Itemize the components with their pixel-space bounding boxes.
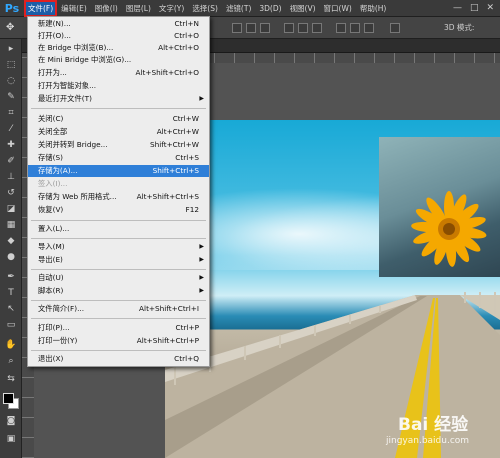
menu-item-close[interactable]: 关闭(C) Ctrl+W (28, 113, 209, 125)
menu-item-revert[interactable]: 恢复(V) F12 (28, 204, 209, 216)
distribute-icon[interactable] (284, 23, 294, 33)
menu-separator (31, 220, 206, 221)
distribute-icon[interactable] (350, 23, 360, 33)
menu-item-file-info[interactable]: 文件简介(F)... Alt+Shift+Ctrl+I (28, 303, 209, 315)
tool-panel: ▸ ⬚ ◌ ✎ ⌗ ⁄ ✚ ✐ ⊥ ↺ ◪ ▦ ◆ ● ✒ T ↖ ▭ ✋ ⌕ … (0, 39, 22, 458)
submenu-arrow-icon: ▶ (199, 256, 204, 263)
pen-tool-icon[interactable]: ✒ (4, 271, 18, 284)
dodge-tool-icon[interactable]: ● (4, 251, 18, 264)
menu-item-place[interactable]: 置入(L)... (28, 223, 209, 235)
menu-item-close-go-bridge[interactable]: 关闭并转到 Bridge... Shift+Ctrl+W (28, 139, 209, 151)
distribute-icon[interactable] (364, 23, 374, 33)
quick-select-tool-icon[interactable]: ✎ (4, 91, 18, 104)
menu-view[interactable]: 视图(V) (286, 0, 320, 17)
menu-item-close-all[interactable]: 关闭全部 Alt+Ctrl+W (28, 126, 209, 138)
menu-bar: Ps 文件(F) 编辑(E) 图像(I) 图层(L) 文字(Y) 选择(S) 滤… (0, 0, 500, 17)
menu-file[interactable]: 文件(F) (24, 0, 58, 17)
align-icon[interactable] (246, 23, 256, 33)
3d-mode-label: 3D 模式: (444, 23, 475, 32)
swap-colors-icon[interactable]: ⇆ (4, 373, 18, 386)
menu-item-open-as-smart-object[interactable]: 打开为智能对象... (28, 80, 209, 92)
blur-tool-icon[interactable]: ◆ (4, 235, 18, 248)
maximize-icon[interactable]: □ (470, 3, 479, 13)
flower-graphic (411, 191, 487, 267)
flower-inset-image (379, 137, 500, 277)
shape-tool-icon[interactable]: ▭ (4, 319, 18, 332)
zoom-tool-icon[interactable]: ⌕ (4, 355, 18, 368)
submenu-arrow-icon: ▶ (199, 274, 204, 281)
menu-item-export[interactable]: 导出(E) ▶ (28, 254, 209, 266)
submenu-arrow-icon: ▶ (199, 95, 204, 102)
move-tool-icon[interactable]: ▸ (4, 43, 18, 56)
menu-help[interactable]: 帮助(H) (356, 0, 391, 17)
file-menu-dropdown: 新建(N)... Ctrl+N 打开(O)... Ctrl+O 在 Bridge 中… (27, 16, 210, 367)
menu-item-save[interactable]: 存储(S) Ctrl+S (28, 152, 209, 164)
distribute-icon[interactable] (298, 23, 308, 33)
menu-type[interactable]: 文字(Y) (155, 0, 188, 17)
baidu-jingyan-watermark: Bai 经验 jingyan.baidu.com (380, 410, 496, 452)
menu-item-open-as[interactable]: 打开为... Alt+Shift+Ctrl+O (28, 67, 209, 79)
menu-select[interactable]: 选择(S) (188, 0, 222, 17)
lasso-tool-icon[interactable]: ◌ (4, 75, 18, 88)
menu-item-open[interactable]: 打开(O)... Ctrl+O (28, 30, 209, 42)
path-select-tool-icon[interactable]: ↖ (4, 303, 18, 316)
menu-separator (31, 318, 206, 319)
align-icon[interactable] (232, 23, 242, 33)
menu-separator (31, 300, 206, 301)
menu-item-automate[interactable]: 自动(U) ▶ (28, 272, 209, 284)
menu-separator (31, 238, 206, 239)
watermark-brand: Bai 经验 (398, 415, 469, 435)
menu-separator (31, 108, 206, 109)
stamp-tool-icon[interactable]: ⊥ (4, 171, 18, 184)
close-icon[interactable]: ✕ (486, 3, 494, 13)
menu-item-recent-files[interactable]: 最近打开文件(T) ▶ (28, 93, 209, 105)
auto-align-icon[interactable] (390, 23, 400, 33)
type-tool-icon[interactable]: T (4, 287, 18, 300)
distribute-icon[interactable] (336, 23, 346, 33)
menu-edit[interactable]: 编辑(E) (57, 0, 91, 17)
healing-brush-tool-icon[interactable]: ✚ (4, 139, 18, 152)
menu-image[interactable]: 图像(I) (91, 0, 122, 17)
eyedropper-tool-icon[interactable]: ⁄ (4, 123, 18, 136)
menu-layer[interactable]: 图层(L) (122, 0, 155, 17)
window-controls: — □ ✕ (453, 3, 500, 13)
distribute-icon[interactable] (312, 23, 322, 33)
move-tool-icon[interactable]: ✥ (6, 22, 18, 34)
watermark-url: jingyan.baidu.com (386, 436, 470, 446)
menu-item-save-for-web[interactable]: 存储为 Web 所用格式... Alt+Shift+Ctrl+S (28, 191, 209, 203)
menu-item-print[interactable]: 打印(P)... Ctrl+P (28, 322, 209, 334)
menu-item-scripts[interactable]: 脚本(R) ▶ (28, 285, 209, 297)
menu-item-exit[interactable]: 退出(X) Ctrl+Q (28, 353, 209, 365)
menu-window[interactable]: 窗口(W) (320, 0, 356, 17)
menu-item-browse-mini-bridge[interactable]: 在 Mini Bridge 中浏览(G)... (28, 54, 209, 66)
history-brush-tool-icon[interactable]: ↺ (4, 187, 18, 200)
menu-item-save-as[interactable]: 存储为(A)... Shift+Ctrl+S (28, 165, 209, 177)
menu-item-new[interactable]: 新建(N)... Ctrl+N (28, 18, 209, 30)
menu-3d[interactable]: 3D(D) (255, 0, 285, 17)
screen-mode-icon[interactable]: ▣ (4, 433, 18, 446)
hand-tool-icon[interactable]: ✋ (4, 339, 18, 352)
menu-item-browse-bridge[interactable]: 在 Bridge 中浏览(B)... Alt+Ctrl+O (28, 42, 209, 54)
photoshop-logo: Ps (4, 1, 20, 15)
foreground-color-swatch[interactable] (3, 393, 14, 404)
menu-separator (31, 350, 206, 351)
quick-mask-icon[interactable]: ◙ (4, 415, 18, 428)
menu-filter[interactable]: 滤镜(T) (222, 0, 255, 17)
submenu-arrow-icon: ▶ (199, 243, 204, 250)
crop-tool-icon[interactable]: ⌗ (4, 107, 18, 120)
marquee-tool-icon[interactable]: ⬚ (4, 59, 18, 72)
menu-item-check-in: 签入(I)... (38, 179, 68, 188)
brush-tool-icon[interactable]: ✐ (4, 155, 18, 168)
align-icon[interactable] (260, 23, 270, 33)
eraser-tool-icon[interactable]: ◪ (4, 203, 18, 216)
minimize-icon[interactable]: — (453, 3, 462, 13)
menu-separator (31, 269, 206, 270)
submenu-arrow-icon: ▶ (199, 287, 204, 294)
menu-item-print-one-copy[interactable]: 打印一份(Y) Alt+Shift+Ctrl+P (28, 335, 209, 347)
gradient-tool-icon[interactable]: ▦ (4, 219, 18, 232)
menu-item-import[interactable]: 导入(M) ▶ (28, 241, 209, 253)
